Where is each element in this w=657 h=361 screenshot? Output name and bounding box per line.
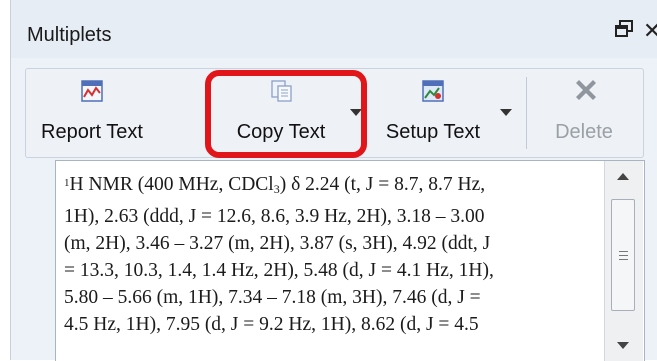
toolbar-separator: [526, 77, 527, 149]
close-icon[interactable]: ✕: [643, 18, 657, 44]
nucleus-text: H NMR (400 MHz, CDCl: [69, 174, 274, 195]
report-line-2: 1H), 2.63 (ddd, J = 12.6, 8.6, 3.9 Hz, 2…: [64, 206, 485, 227]
setup-text-dropdown-arrow[interactable]: [500, 109, 512, 116]
report-text-icon: [79, 79, 105, 103]
delete-label: Delete: [555, 121, 613, 143]
line-1-rest: ) δ 2.24 (t, J = 8.7, 8.7 Hz,: [279, 174, 486, 195]
report-text: 1H NMR (400 MHz, CDCl3) δ 2.24 (t, J = 8…: [64, 171, 584, 338]
panel-title: Multiplets: [27, 24, 112, 46]
grip-line: [619, 255, 628, 256]
setup-text-icon: [420, 79, 446, 103]
isotope-superscript: 1: [64, 177, 70, 189]
delete-button[interactable]: Delete: [532, 69, 636, 157]
report-line-4: = 13.3, 10.3, 1.4, 1.4 Hz, 2H), 5.48 (d,…: [64, 260, 494, 281]
panel-titlebar: Multiplets ✕: [11, 0, 657, 58]
copy-text-dropdown-arrow[interactable]: [350, 109, 362, 116]
report-line-3: (m, 2H), 3.46 – 3.27 (m, 2H), 3.87 (s, 3…: [64, 233, 491, 254]
toolbar: Report Text Copy Text Setup Text Delete: [25, 68, 644, 158]
grip-line: [619, 259, 628, 260]
copy-text-label: Copy Text: [236, 121, 326, 143]
vertical-scrollbar[interactable]: [604, 161, 643, 361]
setup-text-label: Setup Text: [385, 121, 481, 143]
copy-text-icon: [268, 79, 294, 103]
grip-line: [619, 251, 628, 252]
multiplets-panel: Multiplets ✕ Report Text Copy Text Setup…: [10, 0, 657, 361]
report-text-button[interactable]: Report Text: [30, 69, 154, 157]
report-line-6: 4.5 Hz, 1H), 7.95 (d, J = 9.2 Hz, 1H), 8…: [64, 314, 479, 335]
report-text-area[interactable]: 1H NMR (400 MHz, CDCl3) δ 2.24 (t, J = 8…: [55, 160, 645, 361]
scroll-up-arrow[interactable]: [617, 173, 629, 180]
scroll-thumb[interactable]: [611, 199, 635, 311]
setup-text-button[interactable]: Setup Text: [372, 69, 494, 157]
scroll-down-arrow[interactable]: [617, 342, 629, 349]
undock-icon[interactable]: [615, 20, 635, 42]
report-text-label: Report Text: [41, 121, 143, 143]
delete-icon: [571, 79, 597, 103]
report-line-1: 1H NMR (400 MHz, CDCl3) δ 2.24 (t, J = 8…: [64, 171, 584, 203]
report-line-5: 5.80 – 5.66 (m, 1H), 7.34 – 7.18 (m, 3H)…: [64, 287, 481, 308]
copy-text-button[interactable]: Copy Text: [216, 69, 346, 157]
